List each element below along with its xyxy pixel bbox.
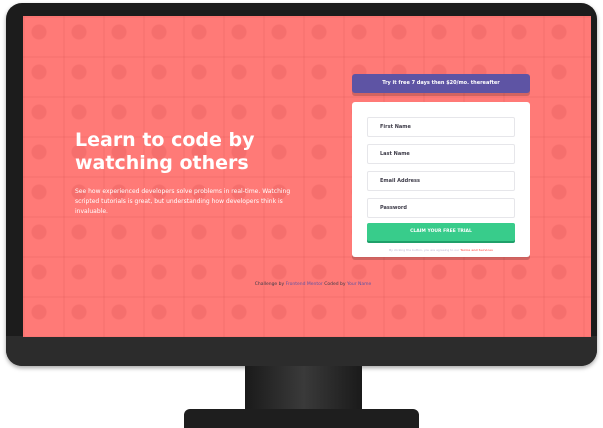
claim-trial-button[interactable]: CLAIM YOUR FREE TRIAL [367, 223, 515, 241]
terms-text: By clicking the button, you are agreeing… [362, 248, 520, 252]
monitor-stand-base [184, 409, 419, 428]
last-name-input[interactable]: Last Name [367, 144, 515, 164]
terms-prefix: By clicking the button, you are agreeing… [389, 248, 460, 252]
terms-link[interactable]: Terms and Services [460, 248, 493, 252]
monitor-frame: Learn to code by watching others See how… [6, 3, 597, 366]
password-input[interactable]: Password [367, 198, 515, 218]
challenge-link[interactable]: Frontend Mentor [286, 282, 323, 287]
first-name-input[interactable]: First Name [367, 117, 515, 137]
author-link[interactable]: Your Name [347, 282, 371, 287]
attribution-middle: Coded by [324, 282, 346, 287]
attribution: Challenge by Frontend Mentor Coded by Yo… [223, 282, 403, 287]
signup-form: First Name Last Name Email Address Passw… [352, 102, 530, 257]
offer-banner: Try it free 7 days then $20/mo. thereaft… [352, 74, 530, 93]
screen: Learn to code by watching others See how… [23, 16, 591, 337]
monitor-stand-neck [245, 366, 362, 410]
hero-description: See how experienced developers solve pro… [75, 188, 291, 215]
monitor-chin [6, 336, 597, 366]
hero-title: Learn to code by watching others [75, 129, 255, 174]
attribution-prefix: Challenge by [254, 282, 285, 287]
offer-text: Try it free 7 days then $20/mo. thereaft… [382, 80, 500, 86]
email-input[interactable]: Email Address [367, 171, 515, 191]
